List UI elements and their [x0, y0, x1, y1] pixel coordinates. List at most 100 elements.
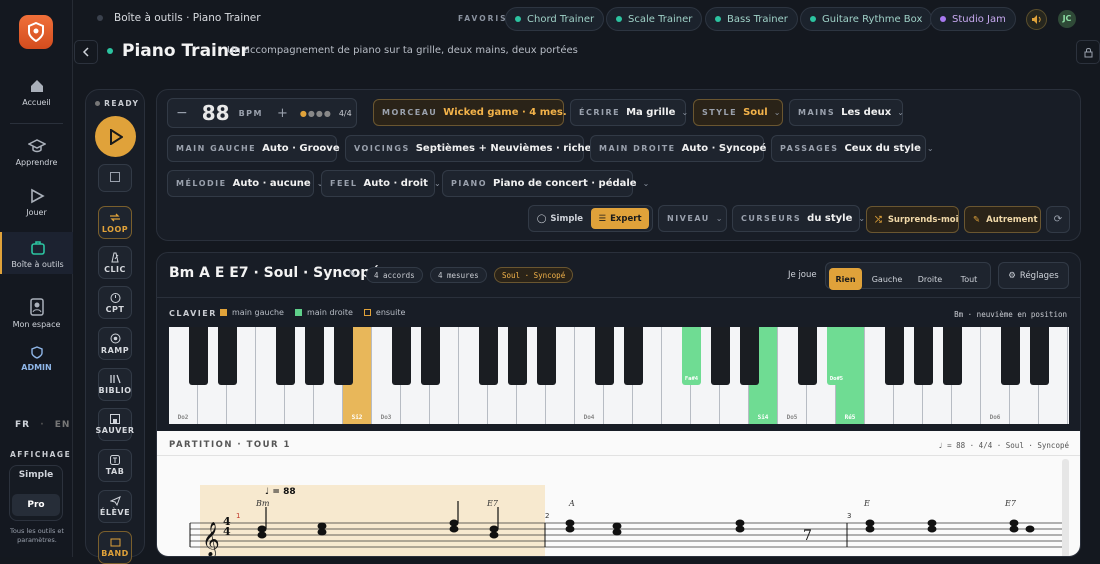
- tempo-minus-button[interactable]: −: [176, 105, 188, 121]
- morceau-select[interactable]: MORCEAUWicked game · 4 mes.⌄: [373, 99, 579, 126]
- transport-panel: [85, 89, 145, 557]
- stop-button[interactable]: [98, 164, 132, 192]
- mode-expert-button[interactable]: ☰ Expert: [591, 208, 649, 229]
- user-avatar[interactable]: JC: [1058, 10, 1076, 28]
- nav-item-jouer[interactable]: Jouer: [0, 188, 73, 217]
- voicings-select[interactable]: VOICINGSSeptièmes + Neuvièmes · riches⌄: [345, 135, 610, 162]
- loop-button[interactable]: LOOP: [98, 206, 132, 239]
- mode-simple-button[interactable]: ◯ Simple: [531, 208, 589, 229]
- back-button[interactable]: [74, 40, 98, 64]
- black-key[interactable]: [334, 327, 353, 385]
- viewer-panel: Bm A E E7 · Soul · Syncopé ✎ 4 accords 4…: [156, 252, 1081, 557]
- melodie-select[interactable]: MÉLODIEAuto · aucune⌄: [167, 170, 323, 197]
- bpm-value[interactable]: 88: [202, 101, 230, 125]
- fav-guitare-rythme-box[interactable]: Guitare Rythme Box: [800, 7, 933, 31]
- target-icon: [110, 333, 120, 343]
- display-simple-button[interactable]: Simple: [9, 470, 63, 480]
- piano-keyboard[interactable]: Do2 Si2 Do3 Do4 Si4 Do5 Ré5 Do6 Fa#4 Do#5: [169, 327, 1069, 424]
- main-droite-select[interactable]: MAIN DROITEAuto · Syncopé⌄: [590, 135, 779, 162]
- main-gauche-select[interactable]: MAIN GAUCHEAuto · Groove⌄: [167, 135, 352, 162]
- tab-droite[interactable]: Droite: [911, 268, 949, 290]
- tab-rien[interactable]: Rien: [829, 268, 862, 290]
- settings-button[interactable]: ⚙ Réglages: [998, 262, 1069, 289]
- black-key[interactable]: [305, 327, 324, 385]
- black-key[interactable]: [943, 327, 962, 385]
- fav-studio-jam[interactable]: Studio Jam: [930, 7, 1016, 31]
- play-button[interactable]: [95, 116, 136, 157]
- passages-select[interactable]: PASSAGES Ceux du style ⌄: [771, 135, 934, 162]
- ramp-button[interactable]: RAMP: [98, 327, 132, 360]
- black-key[interactable]: [1030, 327, 1049, 385]
- click-button[interactable]: CLIC: [98, 246, 132, 279]
- nav-item-mon-espace[interactable]: Mon espace: [0, 298, 73, 329]
- black-key[interactable]: [421, 327, 440, 385]
- surprends-moi-button[interactable]: ⤮ Surprends-moi: [866, 206, 959, 233]
- black-key[interactable]: [798, 327, 817, 385]
- stop-icon: [110, 172, 120, 182]
- style-select[interactable]: STYLE Soul ⌄: [693, 99, 783, 126]
- niveau-select[interactable]: NIVEAU ⌄: [658, 205, 727, 232]
- nav-item-admin[interactable]: ADMIN: [0, 346, 73, 372]
- chords-badge: 4 accords: [366, 267, 423, 283]
- autrement-button[interactable]: ✎ Autrement: [964, 206, 1041, 233]
- black-key[interactable]: [392, 327, 411, 385]
- score-scrollbar[interactable]: [1062, 459, 1069, 556]
- fav-scale-trainer[interactable]: Scale Trainer: [606, 7, 703, 31]
- hands-tabs: Rien Gauche Droite Tout: [825, 262, 991, 290]
- tab-tout[interactable]: Tout: [951, 268, 987, 290]
- send-icon: [109, 496, 121, 506]
- black-key[interactable]: Do#5: [827, 327, 846, 385]
- black-key[interactable]: [595, 327, 614, 385]
- feel-select[interactable]: FEEL Auto · droit ⌄: [321, 170, 441, 197]
- rest-icon: 7: [803, 528, 812, 544]
- key-label: Do5: [786, 414, 798, 421]
- black-key[interactable]: [624, 327, 643, 385]
- nav-item-accueil[interactable]: Accueil: [0, 78, 73, 107]
- black-key[interactable]: [740, 327, 759, 385]
- black-key[interactable]: [711, 327, 730, 385]
- black-key[interactable]: Fa#4: [682, 327, 701, 385]
- measure-number: 1: [236, 512, 241, 520]
- refresh-button[interactable]: ⟳: [1046, 206, 1070, 233]
- save-button[interactable]: SAUVER: [95, 408, 134, 441]
- black-key[interactable]: [537, 327, 556, 385]
- student-button[interactable]: ÉLÈVE: [98, 490, 132, 523]
- tempo-plus-button[interactable]: +: [277, 106, 288, 121]
- curseurs-select[interactable]: CURSEURS du style ⌄: [732, 205, 865, 232]
- band-button[interactable]: BAND: [98, 531, 132, 564]
- sound-button[interactable]: [1026, 9, 1047, 30]
- measure-number: 2: [545, 512, 550, 520]
- chord-symbol: E7: [487, 499, 498, 508]
- fav-chord-trainer[interactable]: Chord Trainer: [505, 7, 605, 31]
- tab-gauche[interactable]: Gauche: [865, 268, 909, 290]
- black-key[interactable]: [1001, 327, 1020, 385]
- fav-bass-trainer[interactable]: Bass Trainer: [705, 7, 798, 31]
- black-key[interactable]: [885, 327, 904, 385]
- library-button[interactable]: BIBLIO: [98, 368, 132, 401]
- countin-button[interactable]: CPT: [98, 286, 132, 319]
- tab-button[interactable]: TAB: [98, 449, 132, 482]
- black-key[interactable]: [189, 327, 208, 385]
- mode-toggle: ◯ Simple ☰ Expert: [528, 205, 653, 232]
- black-key[interactable]: [218, 327, 237, 385]
- black-key[interactable]: [508, 327, 527, 385]
- lock-button[interactable]: [1076, 40, 1100, 64]
- black-key[interactable]: [276, 327, 295, 385]
- mains-select[interactable]: MAINS Les deux ⌄: [789, 99, 904, 126]
- nav-item-apprendre[interactable]: Apprendre: [0, 138, 73, 167]
- lang-fr[interactable]: FR: [15, 420, 30, 430]
- nav-label: ADMIN: [21, 363, 52, 372]
- piano-select[interactable]: PIANO Piano de concert · pédale ⌄: [442, 170, 649, 197]
- display-pro-button[interactable]: Pro: [12, 494, 60, 516]
- ecrire-select[interactable]: ÉCRIRE Ma grille ⌄: [570, 99, 688, 126]
- black-key[interactable]: [479, 327, 498, 385]
- black-key[interactable]: [914, 327, 933, 385]
- lock-icon: [1084, 47, 1092, 57]
- lang-en[interactable]: EN: [55, 420, 71, 430]
- nav-item-boite-a-outils[interactable]: Boîte à outils: [0, 232, 73, 274]
- app-logo[interactable]: [19, 15, 53, 49]
- edit-title-icon[interactable]: ✎: [348, 269, 356, 280]
- measures-badge: 4 mesures: [430, 267, 487, 283]
- lang-switch[interactable]: FR · EN: [15, 420, 70, 430]
- meter-value[interactable]: 4/4: [339, 109, 352, 118]
